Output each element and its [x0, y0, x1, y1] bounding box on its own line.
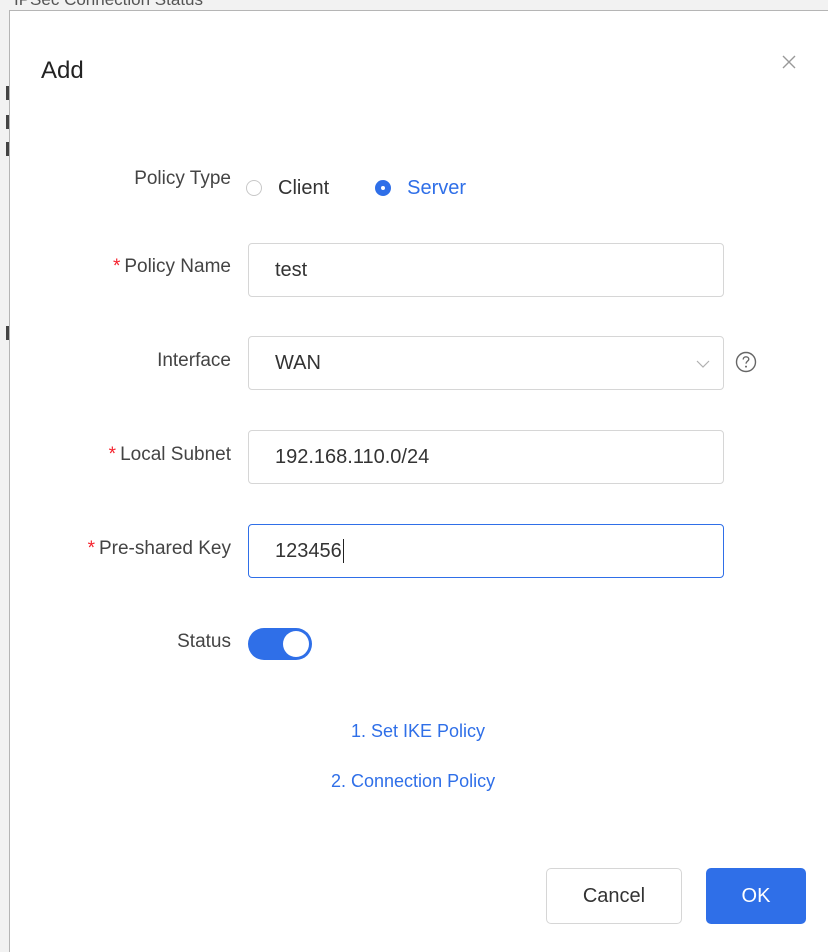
local-subnet-value: 192.168.110.0/24 [275, 445, 430, 468]
interface-label: Interface [157, 350, 231, 371]
radio-server[interactable]: Server [375, 177, 466, 200]
ok-button[interactable]: OK [706, 868, 806, 924]
background-header: IPSec Connection Status [0, 0, 828, 10]
close-button[interactable] [778, 51, 800, 73]
local-subnet-label: * Local Subnet [109, 444, 231, 466]
radio-server-indicator[interactable] [375, 180, 392, 196]
policy-name-label-text: Policy Name [124, 256, 231, 277]
policy-name-input[interactable]: test [248, 243, 724, 297]
radio-server-label[interactable]: Server [407, 177, 466, 200]
required-mark: * [108, 444, 117, 465]
radio-client-indicator[interactable] [246, 180, 262, 196]
cancel-button[interactable]: Cancel [546, 868, 682, 924]
policy-type-label: Policy Type [134, 168, 231, 189]
required-mark: * [87, 538, 95, 559]
interface-value: WAN [275, 351, 321, 374]
close-icon [782, 55, 796, 69]
toggle-knob [283, 631, 309, 657]
pre-shared-key-input[interactable]: 123456 [248, 524, 724, 578]
local-subnet-input[interactable]: 192.168.110.0/24 [248, 430, 724, 484]
radio-client[interactable]: Client [246, 177, 329, 200]
set-ike-policy-link[interactable]: 1. Set IKE Policy [351, 721, 485, 742]
interface-select[interactable]: WAN [248, 336, 724, 390]
local-subnet-label-text: Local Subnet [120, 444, 231, 465]
policy-name-value: test [275, 258, 308, 281]
background-left-edge [0, 0, 9, 952]
dialog-title: Add [41, 57, 84, 84]
chevron-down-icon [696, 360, 710, 368]
pre-shared-key-label: * Pre-shared Key [88, 538, 231, 560]
connection-policy-link[interactable]: 2. Connection Policy [331, 771, 495, 792]
radio-client-label[interactable]: Client [278, 177, 329, 200]
pre-shared-key-label-text: Pre-shared Key [98, 538, 231, 559]
pre-shared-key-value: 123456 [275, 539, 342, 562]
status-toggle[interactable] [248, 628, 312, 660]
add-policy-dialog: Add Policy Type Client Server * Policy Na… [9, 10, 828, 952]
background-page-title: IPSec Connection Status [14, 0, 203, 10]
policy-name-label: * Policy Name [113, 256, 231, 278]
policy-type-radio-group: Client Server [246, 168, 512, 208]
status-label: Status [177, 631, 231, 652]
required-mark: * [112, 256, 121, 277]
question-circle-icon[interactable] [734, 350, 758, 374]
text-caret [342, 539, 344, 563]
